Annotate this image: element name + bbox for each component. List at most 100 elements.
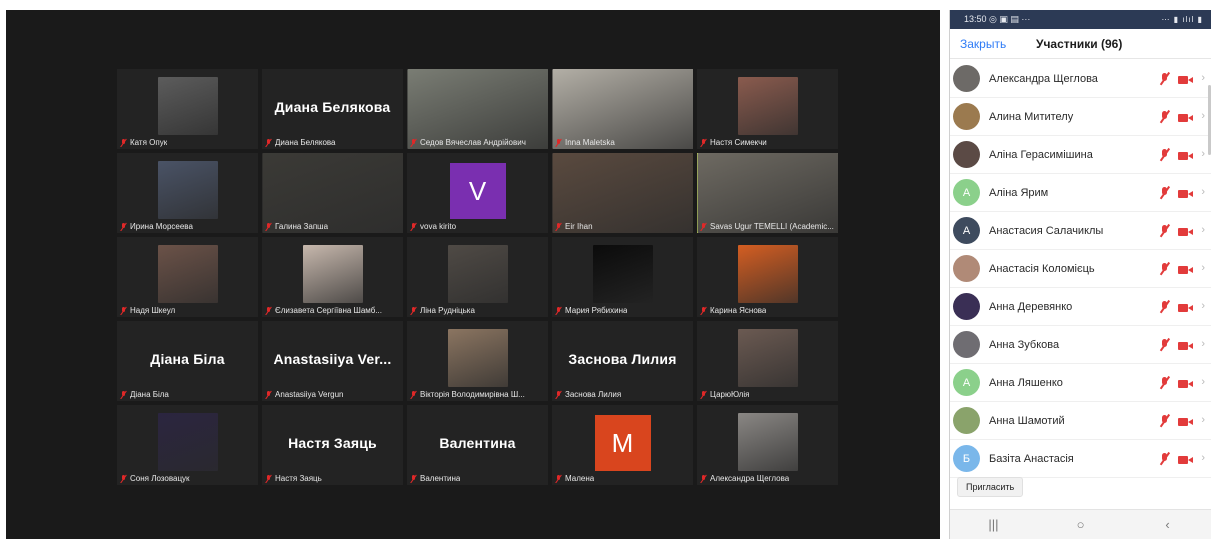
video-tile[interactable]: Седов Вячеслав Андрійович bbox=[407, 69, 548, 149]
chevron-right-icon[interactable]: › bbox=[1201, 376, 1205, 388]
participant-row[interactable]: Анна Зубкова › bbox=[950, 326, 1211, 364]
chevron-right-icon[interactable]: › bbox=[1201, 148, 1205, 160]
video-tile[interactable]: Inna Maletska bbox=[552, 69, 693, 149]
recents-button[interactable]: ||| bbox=[974, 517, 1014, 532]
participant-row[interactable]: А Аліна Ярим › bbox=[950, 174, 1211, 212]
video-feed bbox=[262, 153, 403, 233]
mic-off-icon[interactable] bbox=[1160, 377, 1169, 390]
participant-name: Anastasiiya Vergun bbox=[275, 390, 344, 399]
video-off-icon[interactable] bbox=[1178, 455, 1193, 465]
tile-display-name: Заснова Лилия bbox=[568, 351, 677, 367]
video-tile[interactable]: Валентина Валентина bbox=[407, 405, 548, 485]
video-off-icon[interactable] bbox=[1178, 189, 1193, 199]
participant-row[interactable]: Анастасія Коломієць › bbox=[950, 250, 1211, 288]
video-off-icon[interactable] bbox=[1178, 75, 1193, 85]
video-tile[interactable]: Діана Біла Діана Біла bbox=[117, 321, 258, 401]
participant-row[interactable]: Александра Щеглова › bbox=[950, 60, 1211, 98]
mic-muted-icon bbox=[410, 222, 417, 231]
participant-row[interactable]: А Анна Ляшенко › bbox=[950, 364, 1211, 402]
chevron-right-icon[interactable]: › bbox=[1201, 452, 1205, 464]
participant-name: ЦарюЮлія bbox=[710, 390, 750, 399]
panel-header: Закрыть Участники (96) bbox=[950, 29, 1211, 59]
participant-row[interactable]: Анна Деревянко › bbox=[950, 288, 1211, 326]
chevron-right-icon[interactable]: › bbox=[1201, 262, 1205, 274]
home-button[interactable]: ○ bbox=[1061, 517, 1101, 532]
video-off-icon[interactable] bbox=[1178, 303, 1193, 313]
video-tile[interactable]: Соня Лозовацук bbox=[117, 405, 258, 485]
video-tile[interactable]: Ирина Морсеева bbox=[117, 153, 258, 233]
video-tile[interactable]: Anastasiiya Ver... Anastasiiya Vergun bbox=[262, 321, 403, 401]
avatar: А bbox=[953, 179, 980, 206]
chevron-right-icon[interactable]: › bbox=[1201, 338, 1205, 350]
mic-muted-icon bbox=[265, 474, 272, 483]
chevron-right-icon[interactable]: › bbox=[1201, 414, 1205, 426]
participant-row[interactable]: А Анастасия Салачиклы › bbox=[950, 212, 1211, 250]
chevron-right-icon[interactable]: › bbox=[1201, 110, 1205, 122]
video-tile[interactable]: Мария Рябихина bbox=[552, 237, 693, 317]
participant-name: Анастасія Коломієць bbox=[989, 262, 1095, 275]
participant-name: Настя Заяць bbox=[275, 474, 322, 483]
mic-off-icon[interactable] bbox=[1160, 149, 1169, 162]
video-tile[interactable]: Диана Белякова Диана Белякова bbox=[262, 69, 403, 149]
video-tile[interactable]: Заснова Лилия Заснова Лилия bbox=[552, 321, 693, 401]
video-off-icon[interactable] bbox=[1178, 341, 1193, 351]
mic-off-icon[interactable] bbox=[1160, 225, 1169, 238]
participant-row[interactable]: Анна Шамотий › bbox=[950, 402, 1211, 440]
mic-off-icon[interactable] bbox=[1160, 339, 1169, 352]
back-button[interactable]: ‹ bbox=[1148, 517, 1188, 532]
mic-off-icon[interactable] bbox=[1160, 111, 1169, 124]
mic-off-icon[interactable] bbox=[1160, 187, 1169, 200]
video-tile[interactable]: Вікторія Володимирівна Ш... bbox=[407, 321, 548, 401]
video-tile[interactable]: Savas Ugur TEMELLI (Academic... bbox=[697, 153, 838, 233]
participant-list[interactable]: Александра Щеглова › Алина Митителу › Аліна … bbox=[950, 60, 1211, 478]
video-tile[interactable]: Ліна Рудніцька bbox=[407, 237, 548, 317]
participant-row[interactable]: Алина Митителу › bbox=[950, 98, 1211, 136]
video-tile[interactable]: Катя Опук bbox=[117, 69, 258, 149]
video-tile[interactable]: Надя Шкеул bbox=[117, 237, 258, 317]
video-off-icon[interactable] bbox=[1178, 265, 1193, 275]
video-off-icon[interactable] bbox=[1178, 151, 1193, 161]
video-tile[interactable]: Vvova kirito bbox=[407, 153, 548, 233]
status-left-icons: ◎ ▣ ▤ ··· bbox=[989, 14, 1031, 24]
tile-name-label: Валентина bbox=[410, 474, 545, 483]
video-off-icon[interactable] bbox=[1178, 227, 1193, 237]
avatar: Б bbox=[953, 445, 980, 472]
video-tile[interactable]: Александра Щеглова bbox=[697, 405, 838, 485]
video-feed bbox=[737, 77, 798, 135]
chevron-right-icon[interactable]: › bbox=[1201, 72, 1205, 84]
mic-muted-icon bbox=[555, 306, 562, 315]
tile-name-label: Eir Ihan bbox=[555, 222, 690, 231]
video-off-icon[interactable] bbox=[1178, 379, 1193, 389]
video-tile[interactable]: ЦарюЮлія bbox=[697, 321, 838, 401]
video-tile[interactable]: Карина Яснова bbox=[697, 237, 838, 317]
video-tile[interactable]: Галина Запша bbox=[262, 153, 403, 233]
signal-icons: ⋯ ▮ ılıl ▮ bbox=[1161, 15, 1203, 24]
video-feed bbox=[447, 329, 508, 387]
mic-muted-icon bbox=[700, 138, 707, 147]
video-tile[interactable]: Eir Ihan bbox=[552, 153, 693, 233]
chevron-right-icon[interactable]: › bbox=[1201, 300, 1205, 312]
video-tile[interactable]: Настя Заяць Настя Заяць bbox=[262, 405, 403, 485]
mic-off-icon[interactable] bbox=[1160, 73, 1169, 86]
close-button[interactable]: Закрыть bbox=[960, 37, 1006, 51]
participant-name: Настя Симекчи bbox=[710, 138, 767, 147]
video-tile[interactable]: Єлизавета Сергіївна Шамб... bbox=[262, 237, 403, 317]
mic-off-icon[interactable] bbox=[1160, 263, 1169, 276]
mic-muted-icon bbox=[120, 306, 127, 315]
participant-row[interactable]: Б Базіта Анастасія › bbox=[950, 440, 1211, 478]
video-off-icon[interactable] bbox=[1178, 417, 1193, 427]
chevron-right-icon[interactable]: › bbox=[1201, 186, 1205, 198]
participant-name: Диана Белякова bbox=[275, 138, 336, 147]
mic-off-icon[interactable] bbox=[1160, 415, 1169, 428]
mic-off-icon[interactable] bbox=[1160, 301, 1169, 314]
participant-row[interactable]: Аліна Герасимішина › bbox=[950, 136, 1211, 174]
tile-name-label: vova kirito bbox=[410, 222, 545, 231]
chevron-right-icon[interactable]: › bbox=[1201, 224, 1205, 236]
video-tile[interactable]: M Малена bbox=[552, 405, 693, 485]
participant-name: Єлизавета Сергіївна Шамб... bbox=[275, 306, 382, 315]
video-off-icon[interactable] bbox=[1178, 113, 1193, 123]
mic-off-icon[interactable] bbox=[1160, 453, 1169, 466]
video-tile[interactable]: Настя Симекчи bbox=[697, 69, 838, 149]
participant-name: Галина Запша bbox=[275, 222, 329, 231]
invite-button[interactable]: Пригласить bbox=[957, 477, 1024, 497]
